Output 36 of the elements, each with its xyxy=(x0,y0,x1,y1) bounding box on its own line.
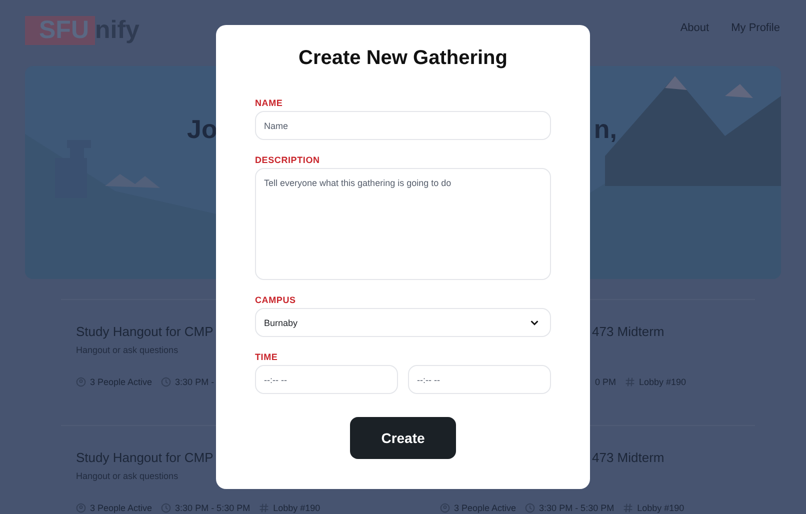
card-meta-text: 3 People Active xyxy=(90,377,152,387)
create-button[interactable]: Create xyxy=(350,417,456,459)
description-textarea[interactable]: Tell everyone what this gathering is going to do xyxy=(255,168,551,280)
card-meta-text: 3:30 PM - 5:30 PM xyxy=(539,503,614,513)
field-label: DESCRIPTION xyxy=(255,155,321,165)
clock-icon xyxy=(525,503,536,513)
card-meta-text: 3:30 PM - 5:30 PM xyxy=(175,503,250,513)
name-input[interactable]: Name xyxy=(255,111,551,140)
card-meta-text: 0 PM xyxy=(595,377,616,387)
clock-icon xyxy=(161,377,172,387)
clock-icon xyxy=(161,503,172,513)
card-meta-text: Lobby #190 xyxy=(637,503,684,513)
card-title: Study Hangout for CMP xyxy=(76,324,214,341)
card-meta-text: Lobby #190 xyxy=(273,503,320,513)
campus-select[interactable]: Burnaby xyxy=(255,308,551,337)
hash-icon xyxy=(259,503,270,513)
field-label: NAME xyxy=(255,98,284,108)
card-title: Study Hangout for CMP xyxy=(76,450,214,467)
card-meta-text: 3 People Active xyxy=(454,503,516,513)
card-title: 473 Midterm xyxy=(592,450,664,467)
field-label: TIME xyxy=(255,352,279,362)
people-icon xyxy=(76,377,86,387)
card-title: 473 Midterm xyxy=(592,324,664,341)
people-icon xyxy=(76,503,86,513)
dialog-title: Create New Gathering xyxy=(298,47,508,70)
time-input[interactable]: --:-- -- xyxy=(408,365,551,394)
nav-link[interactable]: My Profile xyxy=(731,22,780,34)
card-meta-text: 3 People Active xyxy=(90,503,152,513)
hash-icon xyxy=(623,503,634,513)
nav-link[interactable]: About xyxy=(680,22,710,34)
time-input[interactable]: --:-- -- xyxy=(255,365,398,394)
people-icon xyxy=(440,503,450,513)
hash-icon xyxy=(625,377,636,387)
card-meta-text: 3:30 PM - xyxy=(175,377,214,387)
card-meta-text: Lobby #190 xyxy=(639,377,686,387)
field-label: CAMPUS xyxy=(255,295,297,305)
